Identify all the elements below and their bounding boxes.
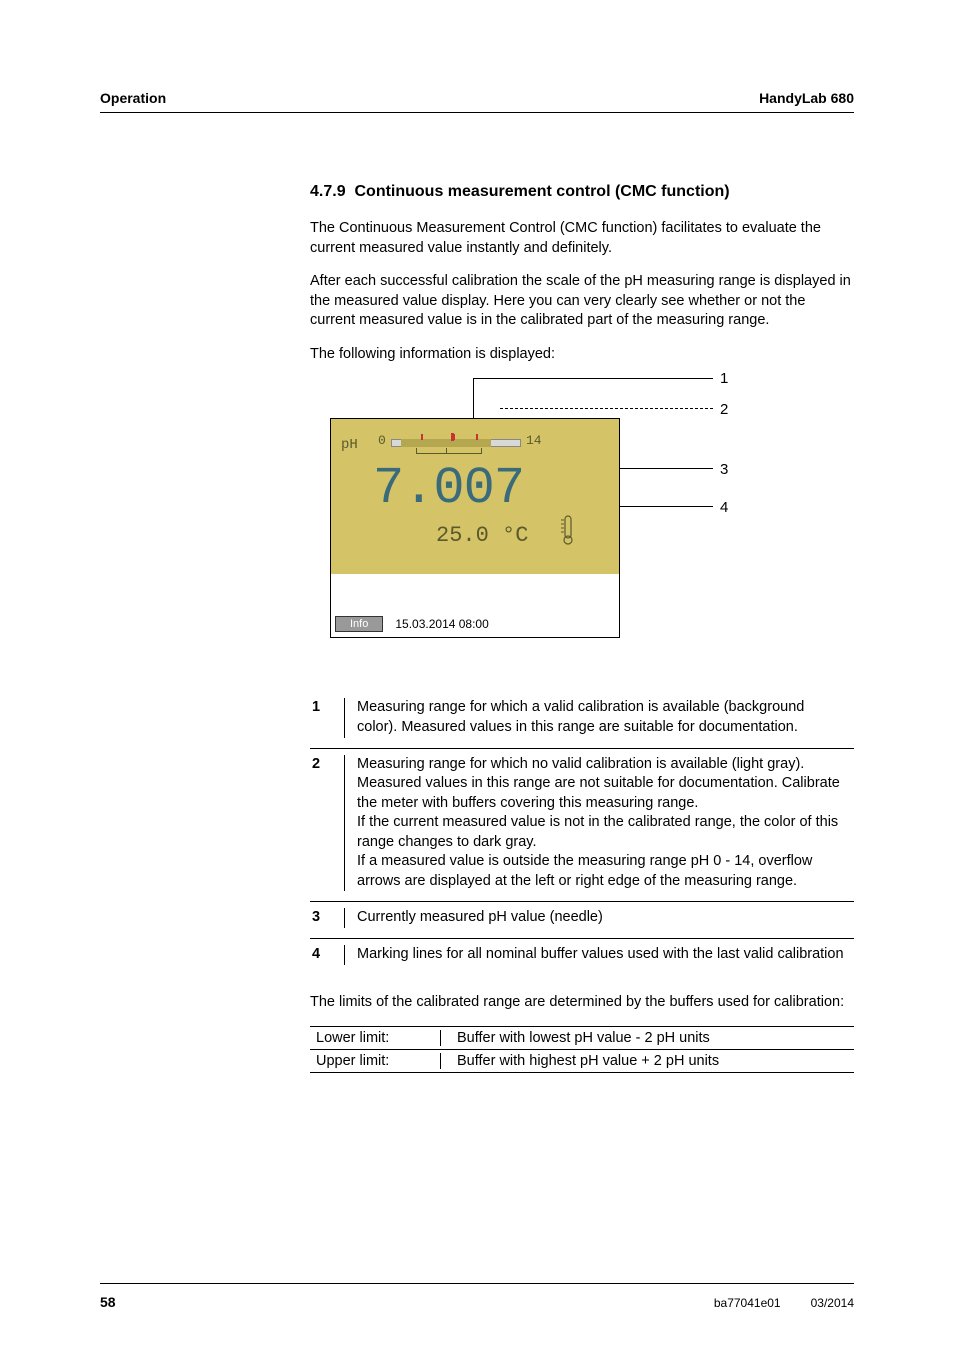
page-number: 58 (100, 1294, 116, 1310)
display-figure: 1 2 3 4 pH 0 14 (310, 378, 730, 678)
section-heading: 4.7.9 Continuous measurement control (CM… (310, 183, 854, 201)
definition-divider (344, 908, 345, 928)
definition-row: 1 Measuring range for which a valid cali… (310, 698, 854, 747)
callout-leader-2h (500, 408, 713, 409)
callout-leader-1h (473, 378, 713, 379)
callout-number-3: 3 (720, 461, 728, 478)
callout-number-4: 4 (720, 499, 728, 516)
timestamp: 15.03.2014 08:00 (395, 617, 488, 631)
definition-divider (344, 698, 345, 737)
definition-divider (344, 945, 345, 965)
definition-text: Measuring range for which no valid calib… (357, 755, 854, 892)
buffer-tick (476, 434, 478, 440)
doc-date: 03/2014 (811, 1296, 854, 1310)
temperature-value: 25.0 °C (436, 523, 528, 548)
buffer-marker-line (416, 453, 481, 454)
buffer-tick (453, 434, 455, 440)
paragraph-following: The following information is displayed: (310, 345, 854, 365)
content-column: 4.7.9 Continuous measurement control (CM… (310, 183, 854, 1073)
upper-limit-label: Upper limit: (310, 1053, 440, 1069)
definition-row: 3 Currently measured pH value (needle) (310, 901, 854, 938)
limit-divider (440, 1030, 441, 1046)
scale-max-label: 14 (526, 433, 542, 448)
section-title: Continuous measurement control (CMC func… (354, 183, 729, 200)
definition-number: 3 (310, 908, 344, 928)
limits-table: Lower limit: Buffer with lowest pH value… (310, 1026, 854, 1073)
page-header: Operation HandyLab 680 (100, 90, 854, 113)
meter-display: pH 0 14 7.007 (330, 418, 620, 638)
limit-divider (440, 1053, 441, 1069)
paragraph-after-cal: After each successful calibration the sc… (310, 272, 854, 331)
info-button[interactable]: Info (335, 616, 383, 632)
paragraph-limits-intro: The limits of the calibrated range are d… (310, 993, 854, 1013)
paragraph-intro: The Continuous Measurement Control (CMC … (310, 219, 854, 258)
callout-definitions: 1 Measuring range for which a valid cali… (310, 698, 854, 974)
limit-row-lower: Lower limit: Buffer with lowest pH value… (310, 1026, 854, 1049)
page-footer: 58 ba77041e01 03/2014 (100, 1283, 854, 1310)
header-product: HandyLab 680 (759, 90, 854, 106)
measurement-panel: pH 0 14 7.007 (331, 419, 619, 574)
sensor-icon (561, 514, 575, 546)
unit-label: pH (341, 437, 358, 453)
section-number: 4.7.9 (310, 183, 346, 200)
definition-text: Marking lines for all nominal buffer val… (357, 945, 854, 965)
definition-number: 4 (310, 945, 344, 965)
lower-limit-label: Lower limit: (310, 1030, 440, 1046)
definition-divider (344, 755, 345, 892)
lower-limit-value: Buffer with lowest pH value - 2 pH units (457, 1030, 854, 1046)
ph-scale (391, 439, 521, 447)
definition-number: 2 (310, 755, 344, 892)
callout-number-2: 2 (720, 401, 728, 418)
scale-calibrated-range (401, 439, 491, 447)
buffer-tick (421, 434, 423, 440)
definition-number: 1 (310, 698, 344, 737)
callout-number-1: 1 (720, 370, 728, 387)
definition-row: 4 Marking lines for all nominal buffer v… (310, 938, 854, 975)
buffer-marker (481, 448, 482, 454)
limit-row-upper: Upper limit: Buffer with highest pH valu… (310, 1049, 854, 1073)
definition-text: Measuring range for which a valid calibr… (357, 698, 854, 737)
doc-id: ba77041e01 (714, 1296, 781, 1310)
header-section: Operation (100, 90, 166, 106)
status-bar: Info 15.03.2014 08:00 (335, 615, 615, 633)
definition-text: Currently measured pH value (needle) (357, 908, 854, 928)
upper-limit-value: Buffer with highest pH value + 2 pH unit… (457, 1053, 854, 1069)
scale-min-label: 0 (378, 433, 386, 448)
ph-value: 7.007 (373, 459, 524, 518)
definition-row: 2 Measuring range for which no valid cal… (310, 748, 854, 902)
